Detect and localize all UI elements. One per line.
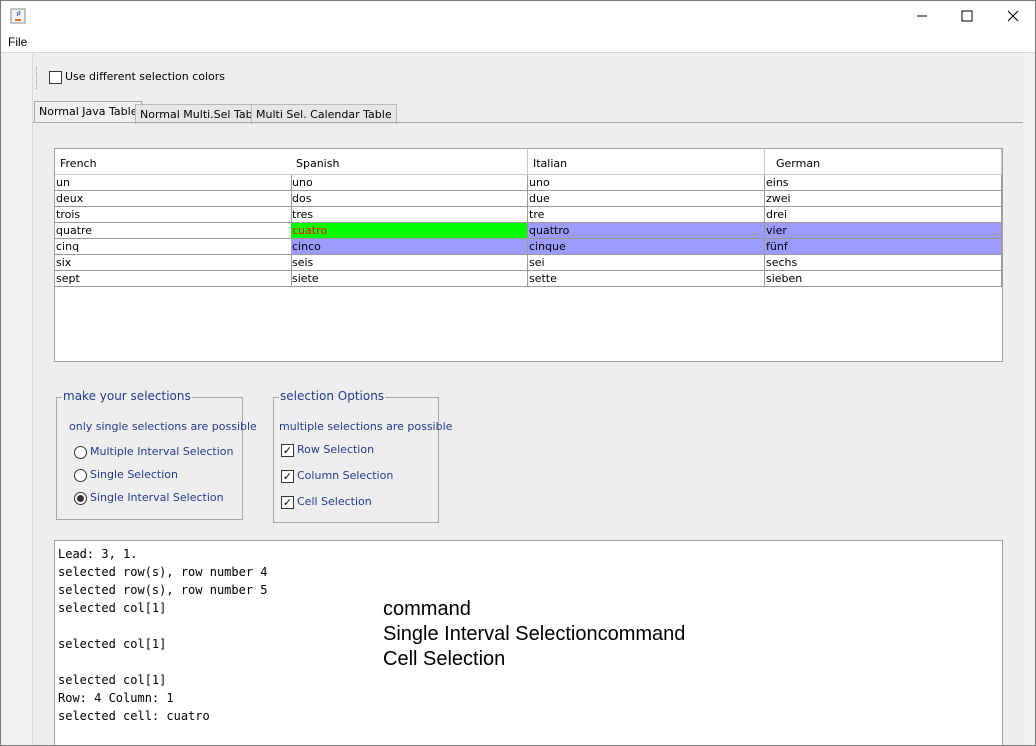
event-log-area[interactable]: Lead: 3, 1. selected row(s), row number … [54, 540, 1003, 745]
radio-single-interval[interactable] [74, 492, 87, 505]
selection-mode-title: make your selections [62, 389, 192, 403]
tab-normal-multi-sel-table[interactable]: Normal Multi.Sel Table [135, 104, 268, 124]
maximize-button[interactable] [944, 1, 990, 31]
table-cell[interactable]: six [55, 255, 292, 271]
radio-label-multiple-interval[interactable]: Multiple Interval Selection [90, 445, 234, 458]
table-cell[interactable]: un [55, 175, 292, 191]
table-cell[interactable]: due [528, 191, 765, 207]
java-app-icon [10, 8, 26, 24]
table-cell[interactable]: uno [528, 175, 765, 191]
language-table: French Spanish Italian German un uno uno eins de… [54, 148, 1003, 362]
main-content: Use different selection colors Normal Ja… [32, 54, 1023, 745]
table-cell[interactable]: sept [55, 271, 292, 287]
tab-normal-java-table[interactable]: Normal Java Table [34, 101, 143, 123]
column-selection-checkbox[interactable]: ✓ [281, 470, 294, 483]
table-cell[interactable]: sechs [765, 255, 1002, 271]
table-cell[interactable]: tres [291, 207, 528, 223]
selection-options-title: selection Options [279, 389, 386, 403]
command-overlay-text: command Single Interval Selectioncommand… [383, 598, 686, 670]
column-header-french[interactable]: French [55, 149, 292, 175]
table-cell[interactable]: cinco [291, 239, 528, 255]
table-cell[interactable]: tre [528, 207, 765, 223]
use-colors-label: Use different selection colors [65, 70, 226, 83]
column-header-spanish[interactable]: Spanish [291, 149, 528, 175]
table-cell[interactable]: sieben [765, 271, 1002, 287]
column-header-german[interactable]: German [765, 149, 1002, 175]
table-cell[interactable]: dos [291, 191, 528, 207]
table-cell[interactable]: drei [765, 207, 1002, 223]
tab-multi-sel-calendar-table[interactable]: Multi Sel. Calendar Table [251, 104, 397, 124]
table-cell[interactable]: quatre [55, 223, 292, 239]
table-cell[interactable]: fünf [765, 239, 1002, 255]
selection-mode-hint: only single selections are possible [69, 420, 257, 433]
menu-bar: File [1, 32, 1035, 53]
selection-options-group: selection Options multiple selections ar… [273, 389, 452, 523]
radio-multiple-interval[interactable] [74, 446, 87, 459]
radio-label-single-selection[interactable]: Single Selection [90, 468, 178, 481]
column-selection-label[interactable]: Column Selection [297, 469, 393, 482]
event-log-text: Lead: 3, 1. selected row(s), row number … [58, 547, 268, 723]
table-cell[interactable]: seis [291, 255, 528, 271]
table-cell[interactable]: deux [55, 191, 292, 207]
row-selection-checkbox[interactable]: ✓ [281, 444, 294, 457]
table-cell[interactable]: sei [528, 255, 765, 271]
table-cell[interactable]: eins [765, 175, 1002, 191]
table-cell[interactable]: sette [528, 271, 765, 287]
selection-options-hint: multiple selections are possible [279, 420, 453, 433]
table-cell[interactable]: zwei [765, 191, 1002, 207]
radio-label-single-interval[interactable]: Single Interval Selection [90, 491, 224, 504]
table-cell[interactable]: siete [291, 271, 528, 287]
table-cell[interactable]: uno [291, 175, 528, 191]
table-cell[interactable]: vier [765, 223, 1002, 239]
cell-selection-checkbox[interactable]: ✓ [281, 496, 294, 509]
table-cell[interactable]: cuatro [291, 223, 528, 239]
table-cell[interactable]: trois [55, 207, 292, 223]
toolbar-grip[interactable] [36, 67, 38, 89]
selection-mode-group: make your selections only single selecti… [56, 389, 257, 520]
row-selection-label[interactable]: Row Selection [297, 443, 374, 456]
column-header-italian[interactable]: Italian [528, 149, 765, 175]
cell-selection-label[interactable]: Cell Selection [297, 495, 372, 508]
table-cell[interactable]: quattro [528, 223, 765, 239]
table-cell[interactable]: cinq [55, 239, 292, 255]
menu-file[interactable]: File [8, 35, 27, 49]
title-bar [1, 1, 1035, 32]
use-colors-checkbox[interactable] [49, 71, 62, 84]
app-window: File Use different selection colors Norm… [0, 0, 1036, 746]
close-button[interactable] [990, 1, 1035, 31]
radio-single-selection[interactable] [74, 469, 87, 482]
minimize-button[interactable] [899, 1, 945, 31]
table-cell[interactable]: cinque [528, 239, 765, 255]
